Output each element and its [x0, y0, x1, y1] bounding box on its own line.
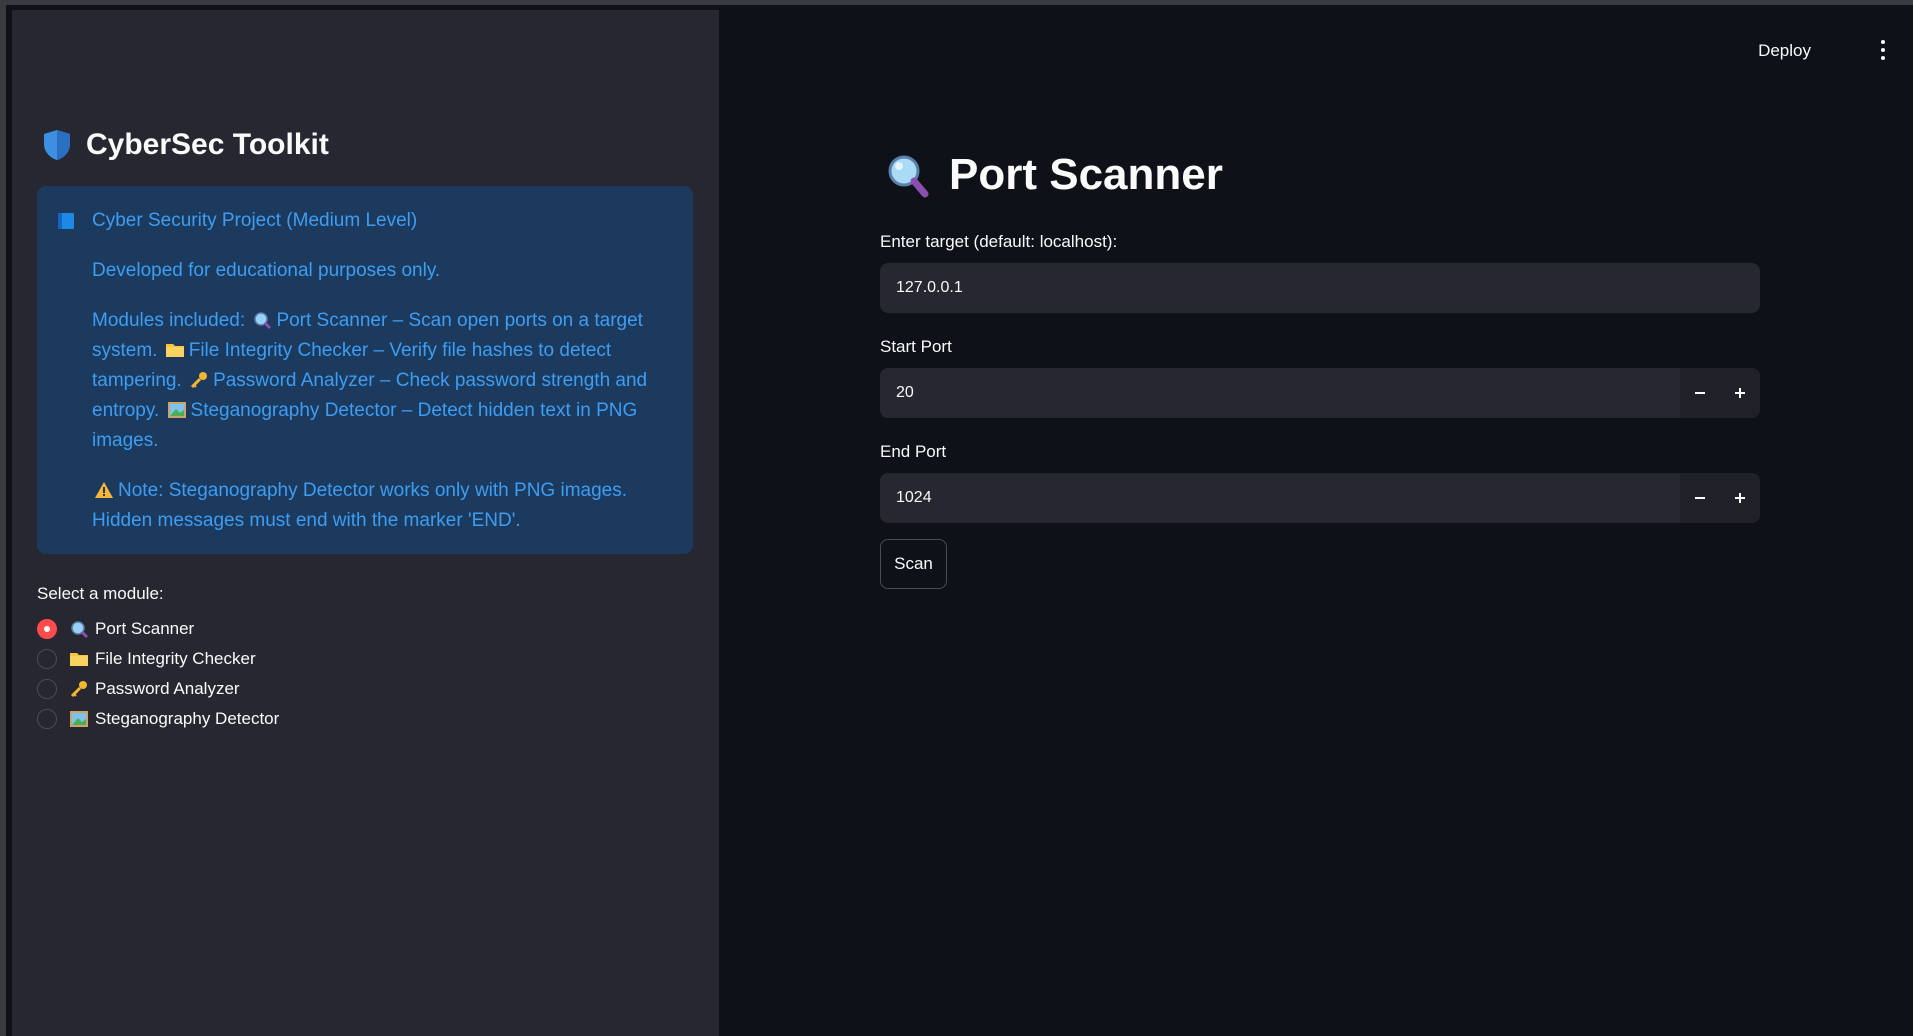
end-port-input[interactable]: 1024 [880, 473, 1760, 523]
end-port-label: End Port [880, 442, 947, 461]
sidebar-title: CyberSec Toolkit [42, 128, 329, 162]
radio-button[interactable] [37, 649, 57, 669]
module-radio-group: Port Scanner File Integrity Checker Pass… [37, 614, 279, 734]
picture-icon [167, 402, 186, 418]
minus-icon [1695, 497, 1705, 499]
info-heading: Cyber Security Project (Medium Level) [58, 206, 653, 236]
radio-file-integrity-checker[interactable]: File Integrity Checker [37, 644, 279, 674]
scan-button[interactable]: Scan [880, 539, 947, 589]
target-label: Enter target (default: localhost): [880, 232, 1118, 251]
end-port-decrement-button[interactable] [1680, 473, 1720, 523]
start-port-label: Start Port [880, 337, 952, 356]
radio-password-analyzer[interactable]: Password Analyzer [37, 674, 279, 704]
key-icon [191, 372, 208, 389]
vertical-dots-icon[interactable] [1879, 38, 1887, 62]
radio-port-scanner[interactable]: Port Scanner [37, 614, 279, 644]
start-port-increment-button[interactable] [1720, 368, 1760, 418]
radio-label-text: Steganography Detector [95, 709, 280, 728]
end-port-value[interactable]: 1024 [880, 473, 1680, 523]
magnifier-icon [254, 312, 272, 329]
radio-button[interactable] [37, 679, 57, 699]
plus-icon [1735, 388, 1745, 398]
info-note: Note: Steganography Detector works only … [92, 480, 628, 531]
app-window: CyberSec Toolkit Cyber Security Project … [0, 0, 1913, 1036]
info-purpose: Developed for educational purposes only. [92, 260, 441, 281]
radio-steganography-detector[interactable]: Steganography Detector [37, 704, 279, 734]
blue-book-icon [58, 213, 74, 229]
target-input[interactable]: 127.0.0.1 [880, 263, 1760, 313]
info-box: Cyber Security Project (Medium Level) De… [37, 186, 693, 554]
page-title: Port Scanner [885, 150, 1223, 200]
sidebar-title-text: CyberSec Toolkit [86, 128, 329, 161]
folder-icon [165, 344, 184, 357]
radio-label-text: File Integrity Checker [95, 649, 256, 668]
radio-label-text: Port Scanner [95, 619, 195, 638]
picture-icon [70, 711, 88, 727]
plus-icon [1735, 493, 1745, 503]
shield-icon [44, 130, 70, 160]
start-port-decrement-button[interactable] [1680, 368, 1720, 418]
radio-label-text: Password Analyzer [95, 679, 240, 698]
end-port-increment-button[interactable] [1720, 473, 1760, 523]
radio-button[interactable] [37, 709, 57, 729]
module-select-label: Select a module: [37, 584, 164, 603]
folder-icon [70, 653, 88, 666]
start-port-value[interactable]: 20 [880, 368, 1680, 418]
magnifier-icon [888, 155, 929, 198]
start-port-input[interactable]: 20 [880, 368, 1760, 418]
sidebar: CyberSec Toolkit Cyber Security Project … [12, 10, 719, 1036]
magnifier-icon [71, 621, 89, 638]
page-title-text: Port Scanner [949, 150, 1223, 199]
radio-button[interactable] [37, 619, 57, 639]
info-modules: Modules included: Port Scanner – Scan op… [92, 310, 648, 451]
main-content: Deploy Port Scanner Enter target (defaul… [719, 10, 1913, 1036]
key-icon [70, 681, 87, 698]
minus-icon [1695, 392, 1705, 394]
warning-icon [95, 482, 113, 498]
deploy-button[interactable]: Deploy [1750, 37, 1819, 65]
